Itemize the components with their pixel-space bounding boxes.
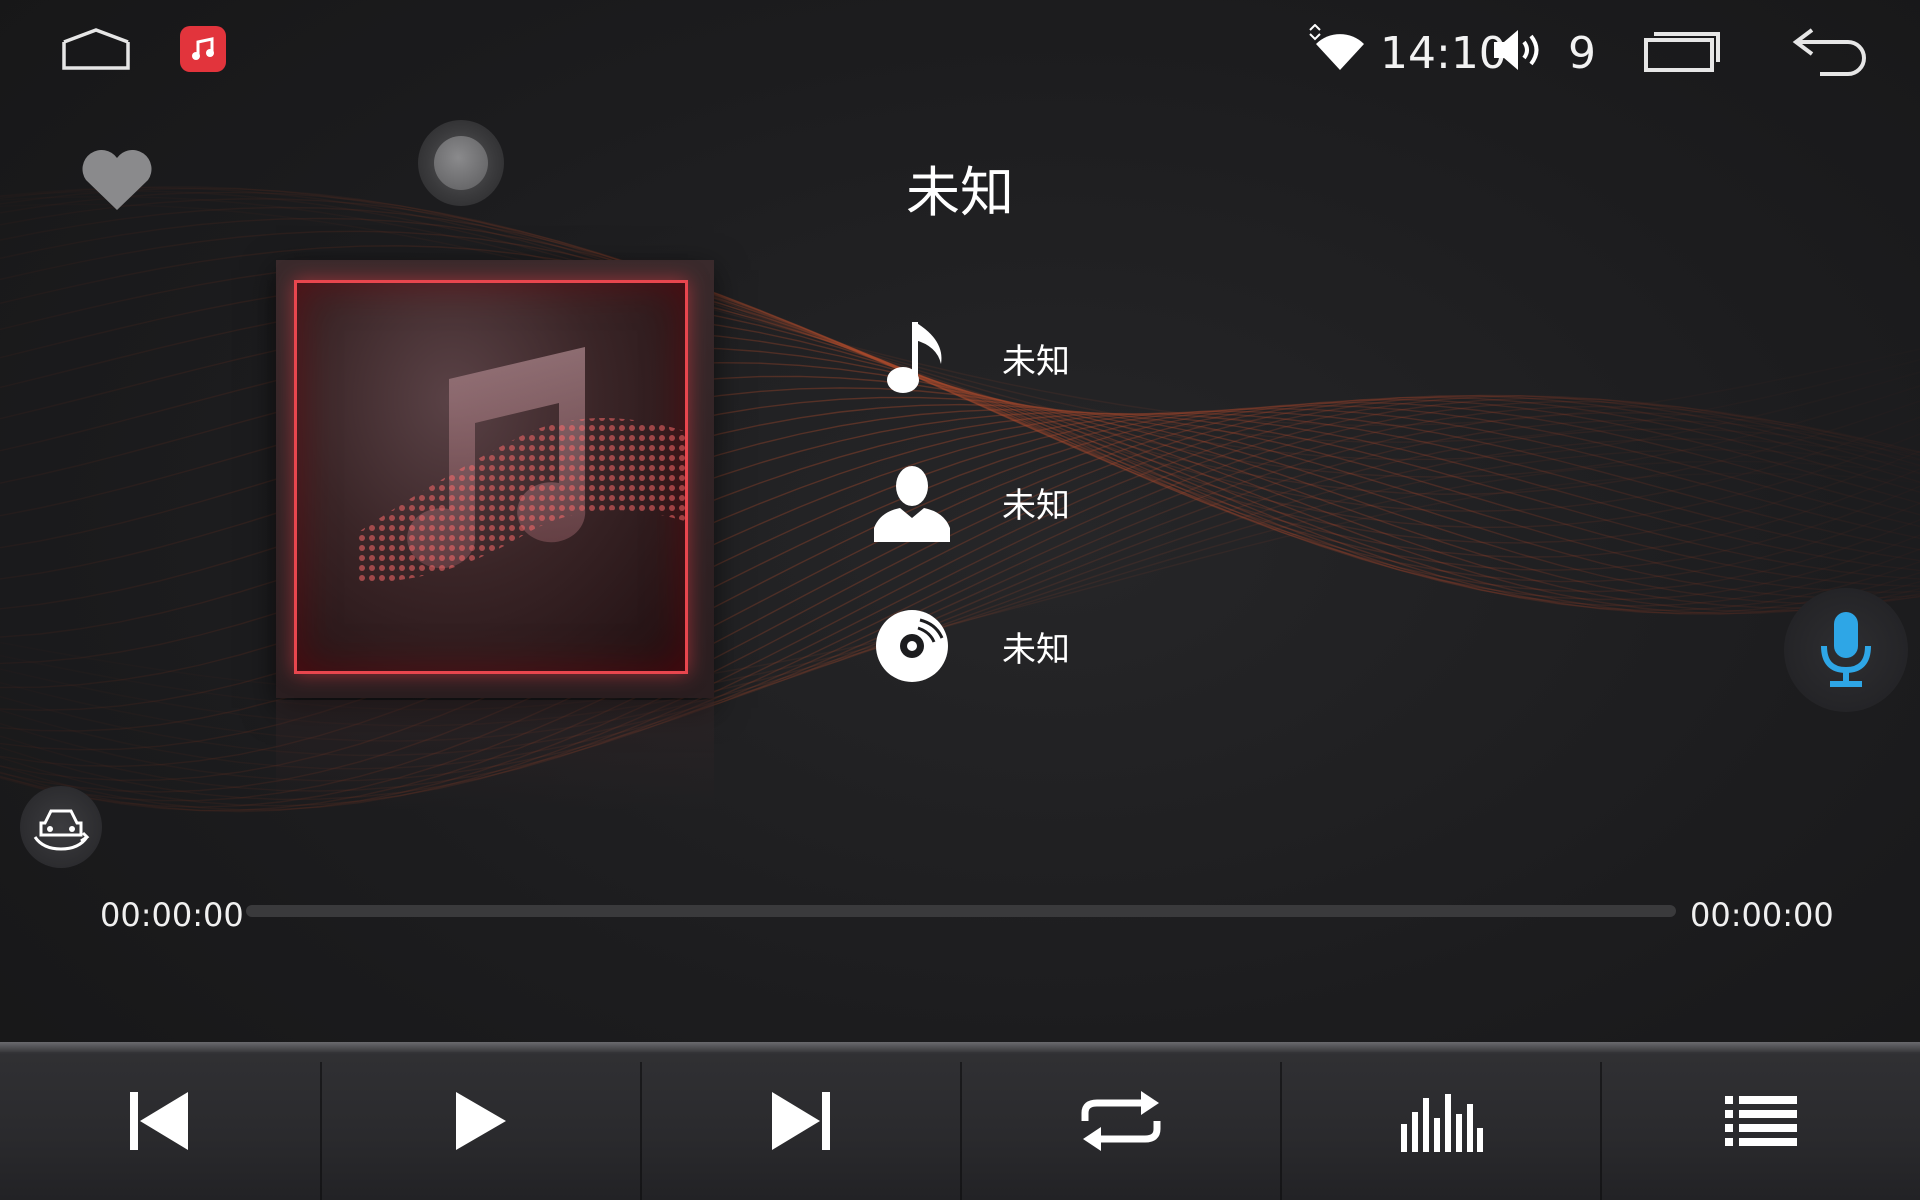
repeat-icon bbox=[1081, 1091, 1161, 1151]
previous-icon bbox=[130, 1092, 188, 1150]
music-player-screen: 14:10 9 未知 未知 未知 未知 00:00:00 00:00:00 bbox=[0, 0, 1920, 1200]
next-button[interactable] bbox=[642, 1056, 960, 1186]
playlist-icon bbox=[1725, 1096, 1797, 1146]
control-bar-top-edge bbox=[0, 1042, 1920, 1052]
volume-icon[interactable] bbox=[1490, 26, 1546, 74]
artist-row: 未知 bbox=[868, 458, 1070, 546]
equalizer-icon bbox=[1401, 1094, 1483, 1152]
floating-button-dot bbox=[434, 136, 488, 190]
album-reflection bbox=[276, 700, 714, 810]
track-title: 未知 bbox=[906, 161, 1014, 224]
volume-level: 9 bbox=[1568, 28, 1596, 79]
car-mode-button[interactable] bbox=[20, 786, 102, 868]
previous-button[interactable] bbox=[0, 1056, 318, 1186]
elapsed-time: 00:00:00 bbox=[100, 896, 244, 934]
repeat-button[interactable] bbox=[962, 1056, 1280, 1186]
album-row: 未知 bbox=[868, 602, 1070, 690]
status-bar: 14:10 9 bbox=[0, 0, 1920, 100]
album-art bbox=[294, 280, 688, 674]
album-placeholder-note-icon bbox=[357, 347, 685, 583]
wifi-icon bbox=[1304, 24, 1370, 74]
home-icon[interactable] bbox=[56, 24, 136, 74]
play-button[interactable] bbox=[322, 1056, 640, 1186]
next-icon bbox=[772, 1092, 830, 1150]
microphone-icon bbox=[1821, 612, 1871, 687]
music-note-icon bbox=[868, 314, 956, 402]
playlist-button[interactable] bbox=[1602, 1056, 1920, 1186]
album-art-frame bbox=[276, 260, 714, 698]
seek-bar[interactable] bbox=[246, 905, 1676, 917]
album-name: 未知 bbox=[1002, 629, 1070, 670]
artist-name: 未知 bbox=[1002, 485, 1070, 526]
voice-mic-button[interactable] bbox=[1784, 588, 1908, 712]
favorite-heart-icon[interactable] bbox=[80, 149, 154, 212]
total-duration: 00:00:00 bbox=[1690, 896, 1834, 934]
artist-person-icon bbox=[868, 458, 956, 546]
playback-control-bar bbox=[0, 1042, 1920, 1200]
song-name: 未知 bbox=[1002, 341, 1070, 382]
back-icon[interactable] bbox=[1790, 22, 1874, 78]
play-icon bbox=[456, 1092, 506, 1150]
floating-assist-button[interactable] bbox=[418, 120, 504, 206]
album-disc-icon bbox=[868, 602, 956, 690]
recent-apps-icon[interactable] bbox=[1640, 24, 1724, 76]
song-row: 未知 bbox=[868, 314, 1070, 402]
equalizer-button[interactable] bbox=[1282, 1056, 1600, 1186]
clock: 14:10 bbox=[1380, 28, 1507, 79]
car-icon bbox=[33, 809, 90, 851]
music-app-icon[interactable] bbox=[180, 26, 226, 72]
